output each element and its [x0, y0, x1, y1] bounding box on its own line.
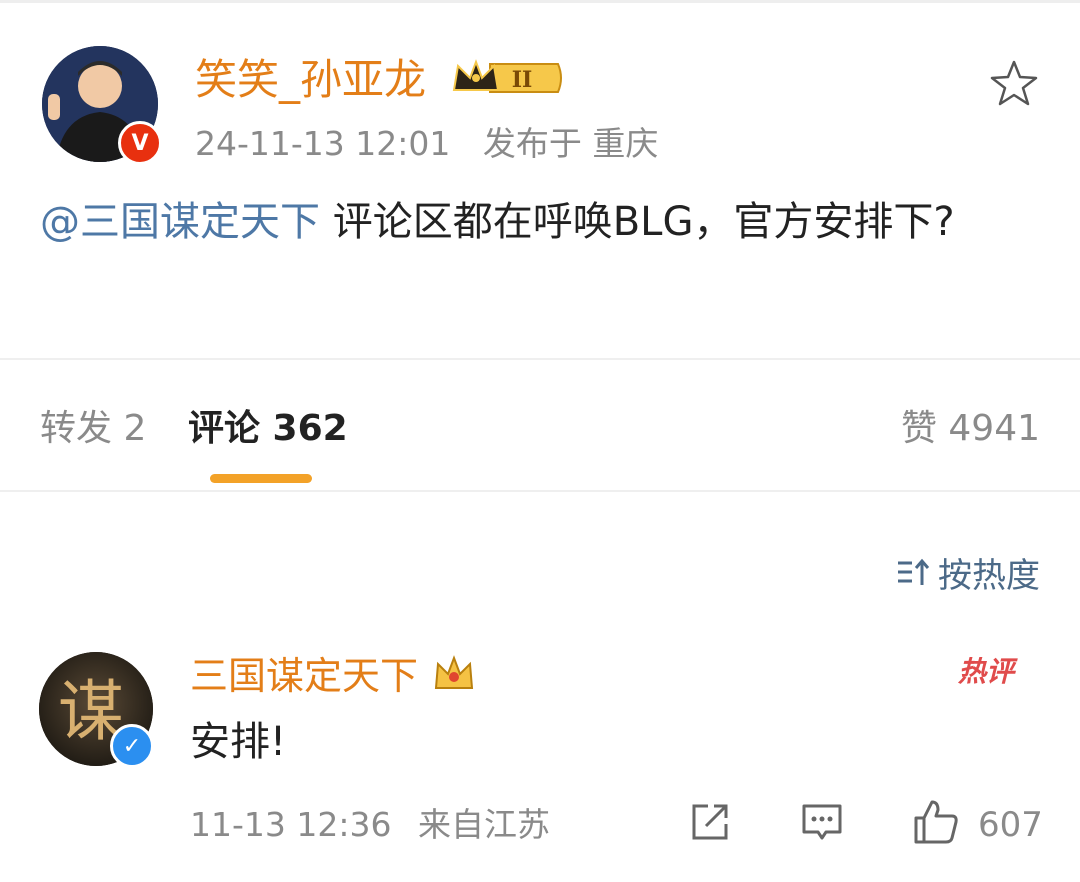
post-time: 24-11-13 12:01: [195, 124, 451, 163]
content-divider: [0, 358, 1080, 360]
share-icon[interactable]: [688, 800, 732, 844]
star-icon[interactable]: [988, 58, 1040, 110]
top-divider: [0, 0, 1080, 3]
post-text: 评论区都在呼唤BLG，官方安排下?: [320, 199, 955, 245]
sort-label: 按热度: [938, 556, 1040, 596]
sort-button[interactable]: 按热度: [896, 548, 1040, 597]
crown-icon: [434, 655, 474, 689]
comment-meta: 11-13 12:36 来自江苏: [190, 804, 566, 846]
tab-like[interactable]: 赞 4941: [901, 404, 1040, 454]
active-tab-indicator: [210, 474, 312, 483]
comment-location: 来自江苏: [417, 805, 550, 844]
post-meta: 24-11-13 12:01 发布于 重庆: [195, 124, 680, 164]
comment-time: 11-13 12:36: [190, 805, 392, 844]
comment-like-count: 607: [978, 805, 1043, 845]
post-author-name[interactable]: 笑笑_孙亚龙: [195, 54, 426, 106]
level-badge-text: II: [512, 67, 533, 93]
comment-author-name[interactable]: 三国谋定天下: [190, 652, 418, 700]
mention-link[interactable]: @三国谋定天下: [40, 199, 320, 245]
sort-icon: [898, 558, 930, 585]
tabs-divider: [0, 490, 1080, 492]
post-location: 发布于 重庆: [482, 124, 659, 163]
tab-comment[interactable]: 评论 362: [188, 404, 348, 454]
verified-blue-badge: ✓: [110, 724, 154, 768]
post-content: @三国谋定天下 评论区都在呼唤BLG，官方安排下?: [40, 192, 1030, 252]
hot-comment-badge: 热评: [958, 655, 1015, 688]
thumbs-up-icon[interactable]: [912, 798, 960, 846]
comment-icon[interactable]: [800, 800, 844, 844]
verified-badge: V: [118, 121, 162, 165]
tab-repost[interactable]: 转发 2: [40, 404, 146, 454]
vip-crown-icon: II: [452, 59, 562, 93]
comment-text: 安排!: [190, 719, 287, 765]
